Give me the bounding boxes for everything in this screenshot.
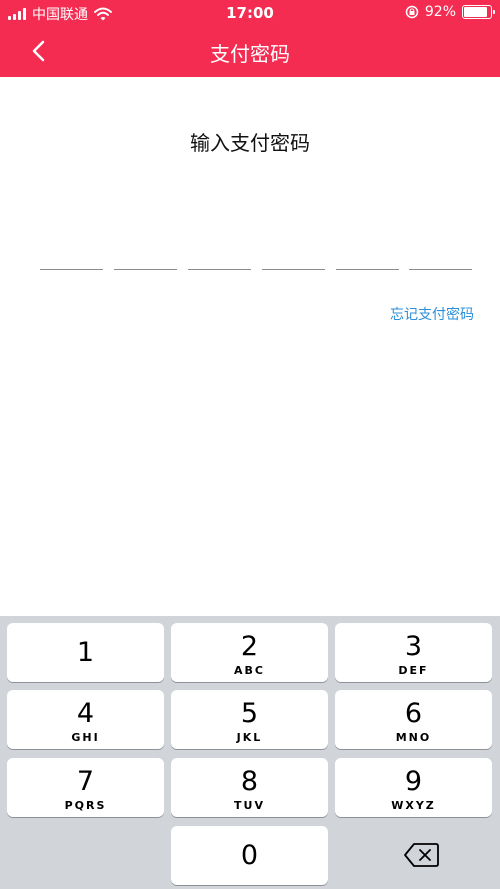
key-letters: ABC [234, 664, 265, 677]
key-0[interactable]: 0 [171, 826, 328, 885]
status-right: 92% [405, 4, 495, 20]
nav-bar: 支付密码 [0, 26, 500, 77]
key-digit: 4 [76, 698, 95, 729]
key-4[interactable]: 4 GHI [7, 690, 164, 749]
key-digit: 3 [404, 631, 423, 662]
key-digit: 9 [404, 766, 423, 797]
key-digit: 7 [76, 766, 95, 797]
key-letters: PQRS [64, 799, 107, 812]
key-digit: 1 [76, 637, 95, 668]
numeric-keypad: 1 2 ABC 3 DEF 4 GHI 5 JKL 6 MNO 7 PQRS 8… [0, 616, 500, 889]
key-letters: JKL [236, 731, 263, 744]
key-digit: 6 [404, 698, 423, 729]
page-title: 支付密码 [210, 42, 290, 66]
key-letters: MNO [395, 731, 432, 744]
pin-slot-2[interactable] [114, 254, 177, 270]
pin-input[interactable] [40, 254, 472, 270]
key-8[interactable]: 8 TUV [171, 758, 328, 817]
key-9[interactable]: 9 WXYZ [335, 758, 492, 817]
battery-icon [462, 5, 495, 19]
key-letters: WXYZ [391, 799, 436, 812]
pin-slot-6[interactable] [409, 254, 472, 270]
rotation-lock-icon [405, 5, 419, 19]
key-1[interactable]: 1 [7, 623, 164, 682]
pin-slot-3[interactable] [188, 254, 251, 270]
key-letters: TUV [234, 799, 265, 812]
key-digit: 5 [240, 698, 259, 729]
key-digit: 8 [240, 766, 259, 797]
status-bar: 中国联通 17:00 92% [0, 0, 500, 26]
pin-slot-1[interactable] [40, 254, 103, 270]
pin-slot-5[interactable] [336, 254, 399, 270]
pin-slot-4[interactable] [262, 254, 325, 270]
app-header: 中国联通 17:00 92% 支付密码 [0, 0, 500, 77]
key-6[interactable]: 6 MNO [335, 690, 492, 749]
battery-percent: 92% [424, 4, 456, 20]
password-prompt: 输入支付密码 [190, 131, 310, 155]
key-5[interactable]: 5 JKL [171, 690, 328, 749]
forgot-password-link[interactable]: 忘记支付密码 [390, 304, 474, 324]
key-3[interactable]: 3 DEF [335, 623, 492, 682]
key-digit: 2 [240, 631, 259, 662]
key-letters: GHI [71, 731, 100, 744]
key-2[interactable]: 2 ABC [171, 623, 328, 682]
key-7[interactable]: 7 PQRS [7, 758, 164, 817]
backspace-icon[interactable] [403, 842, 439, 868]
key-digit: 0 [240, 840, 259, 871]
key-letters: DEF [398, 664, 429, 677]
